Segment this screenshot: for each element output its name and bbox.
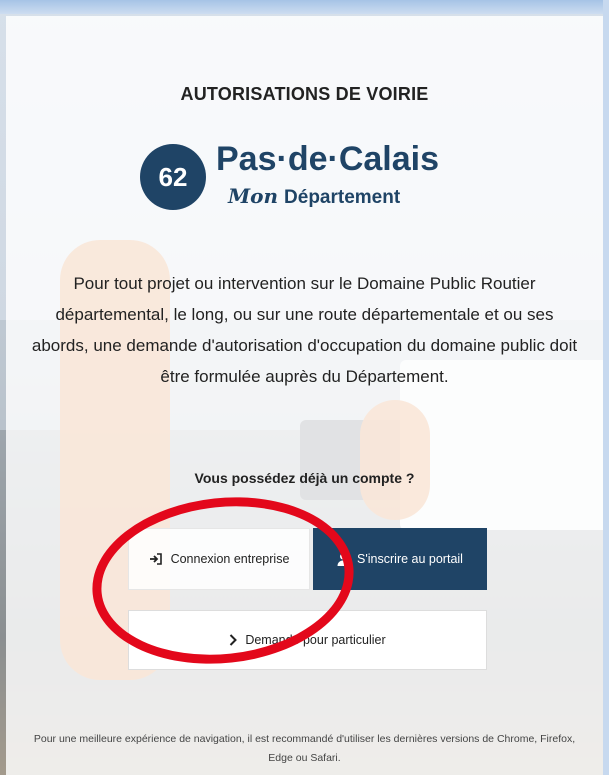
user-icon — [337, 553, 349, 566]
login-company-button[interactable]: Connexion entreprise — [128, 528, 310, 590]
intro-text: Pour tout projet ou intervention sur le … — [31, 274, 578, 386]
private-request-label: Demande pour particulier — [245, 633, 386, 647]
chevron-right-icon — [229, 634, 238, 646]
login-company-label: Connexion entreprise — [170, 552, 290, 566]
page-title: AUTORISATIONS DE VOIRIE — [180, 84, 429, 104]
signup-portal-button[interactable]: S'inscrire au portail — [313, 528, 487, 590]
logo-sub-departement: Département — [284, 187, 401, 208]
sign-in-icon — [149, 553, 163, 565]
browser-recommendation-note: Pour une meilleure expérience de navigat… — [33, 733, 576, 764]
pas-de-calais-logo: 62 Pas·de·Calais Mon Département — [140, 140, 480, 220]
logo-subtitle: Mon Département — [228, 184, 400, 209]
signup-portal-label: S'inscrire au portail — [357, 552, 463, 566]
logo-badge: 62 — [140, 144, 206, 210]
logo-name: Pas·de·Calais — [216, 140, 439, 178]
logo-sub-mon: Mon — [228, 184, 279, 208]
window-top-edge — [0, 0, 609, 14]
account-question: Vous possédez déjà un compte ? — [194, 470, 415, 486]
private-request-button[interactable]: Demande pour particulier — [128, 610, 487, 670]
window-right-edge — [603, 0, 609, 775]
